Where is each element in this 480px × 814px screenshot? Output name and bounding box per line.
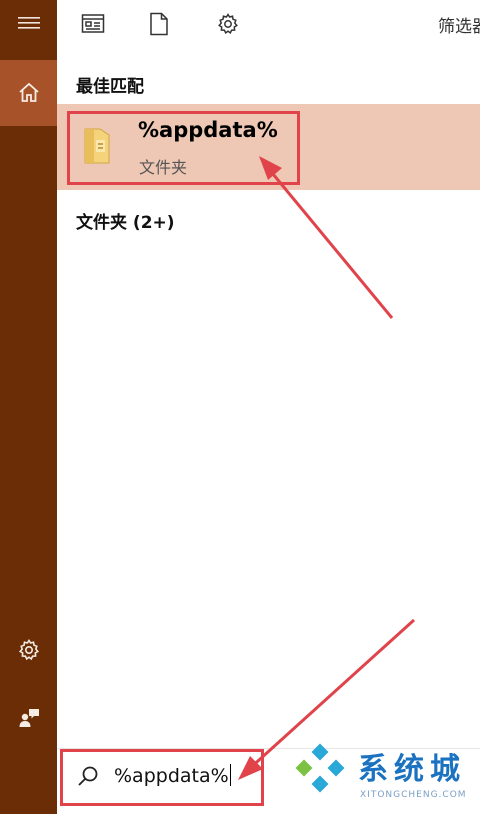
gear-icon	[18, 639, 39, 661]
documents-filter-button[interactable]	[145, 10, 173, 38]
watermark-text: 系统城	[358, 752, 466, 787]
apps-filter-button[interactable]	[79, 10, 107, 38]
settings-button[interactable]	[0, 630, 57, 670]
apps-icon	[81, 14, 105, 33]
settings-filter-button[interactable]	[214, 10, 242, 38]
home-button[interactable]	[0, 60, 57, 126]
watermark-logo	[290, 742, 350, 802]
annotation-box-search	[60, 749, 264, 806]
home-icon	[18, 82, 39, 102]
document-icon	[150, 12, 168, 36]
top-toolbar: 筛选器	[57, 0, 480, 46]
feedback-button[interactable]	[0, 698, 57, 738]
gear-icon	[218, 13, 238, 35]
filter-dropdown[interactable]: 筛选器	[438, 12, 480, 37]
hamburger-icon	[17, 17, 40, 29]
folders-heading: 文件夹 (2+)	[76, 213, 175, 233]
feedback-icon	[19, 709, 39, 727]
annotation-box-result	[67, 111, 300, 185]
menu-button[interactable]	[0, 0, 57, 46]
left-rail	[0, 0, 57, 814]
best-match-heading: 最佳匹配	[76, 77, 144, 97]
watermark-subtext: XITONGCHENG.COM	[360, 790, 467, 800]
